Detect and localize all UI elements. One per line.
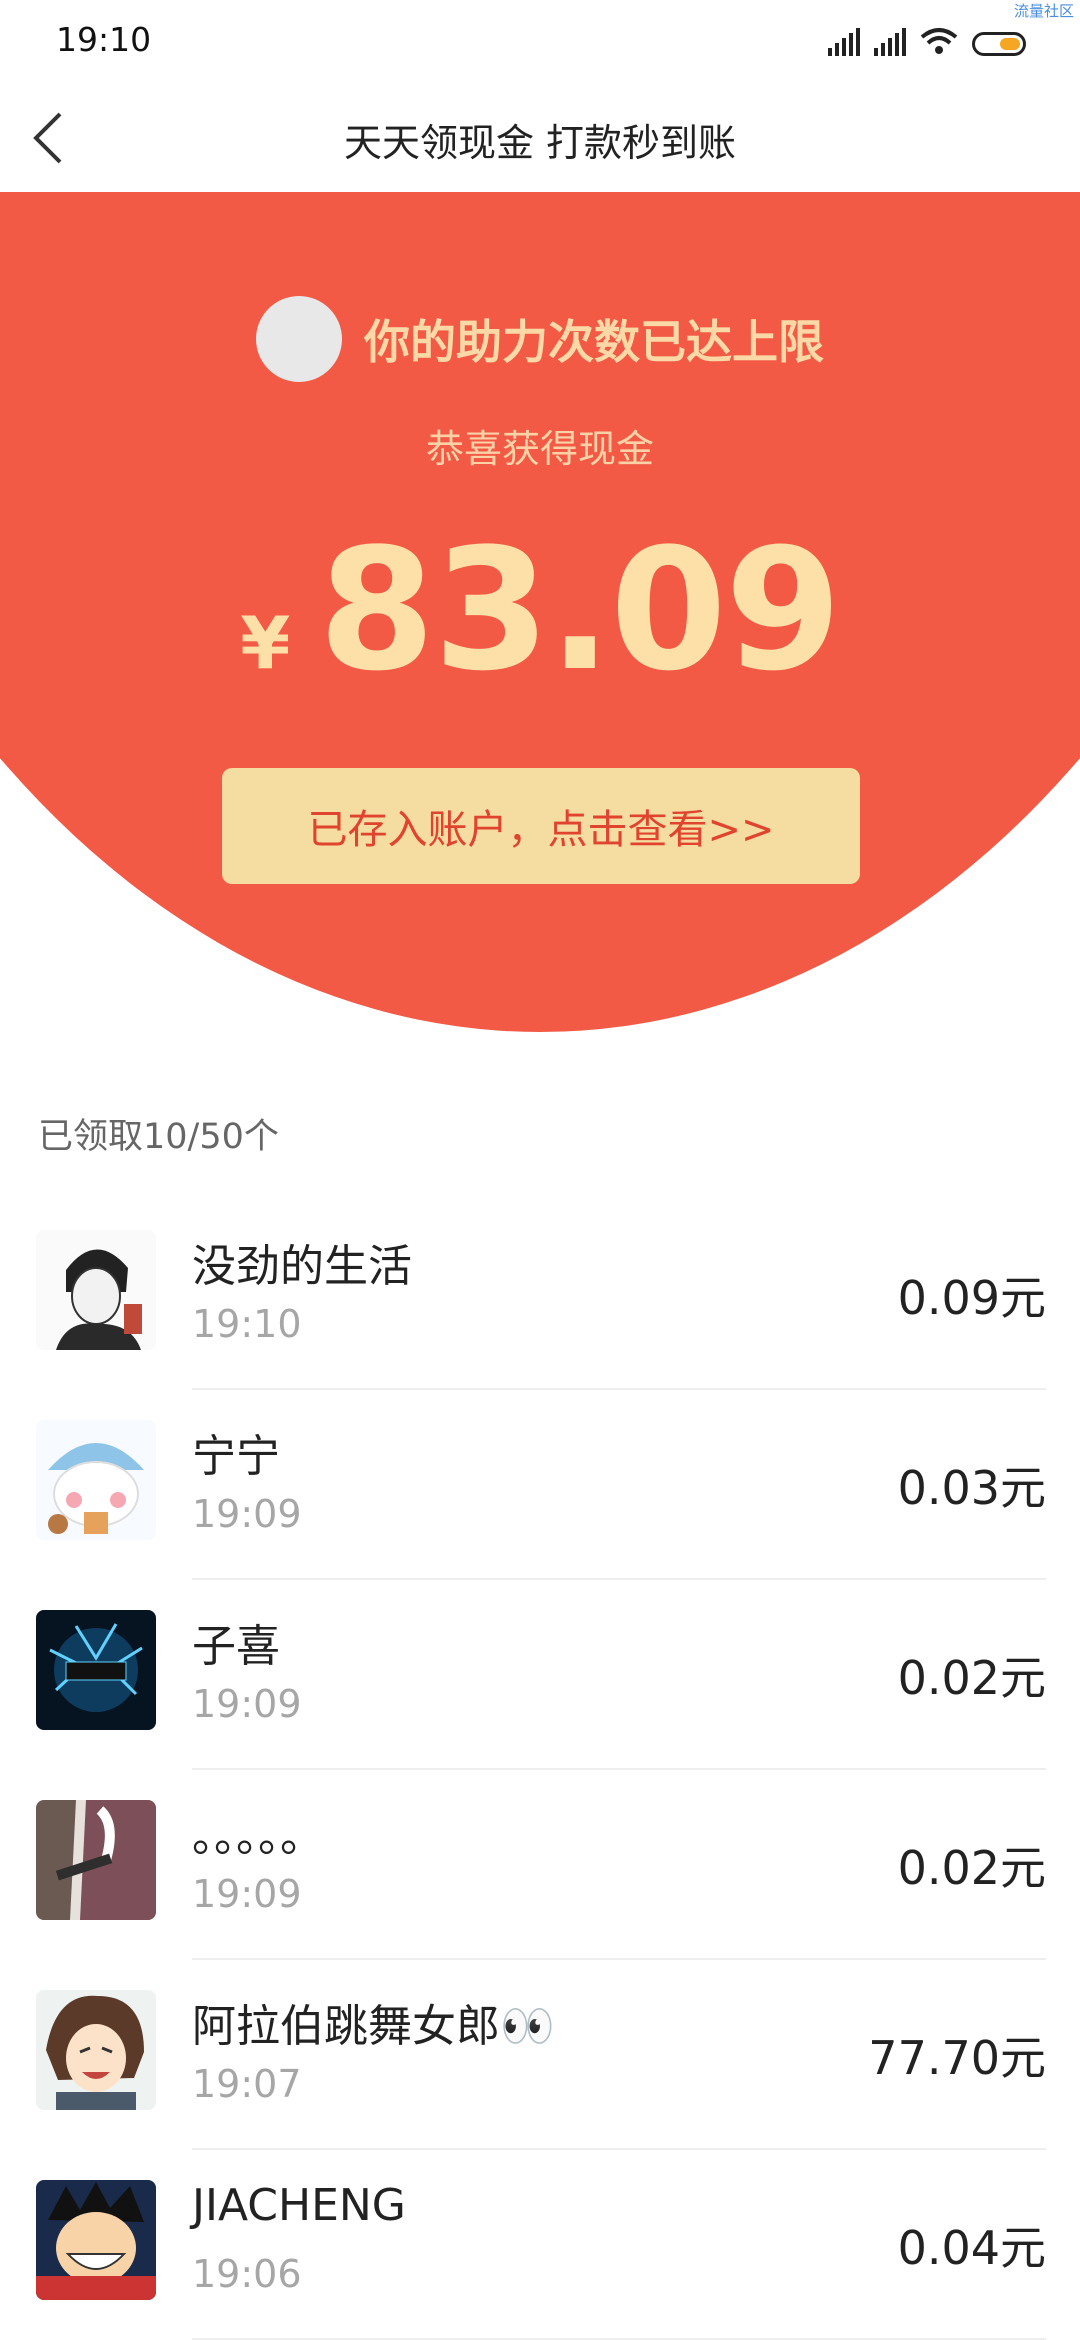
claim-time: 19:09 xyxy=(192,1872,302,1916)
status-time: 19:10 xyxy=(56,20,152,59)
watermark: 流量社区 xyxy=(1013,2,1074,20)
friend-name: 宁宁 xyxy=(192,1431,280,1482)
claim-amount: 0.03元 xyxy=(897,1461,1046,1515)
amount-value: 83.09 xyxy=(318,512,841,708)
page-title: 天天领现金 打款秒到账 xyxy=(343,121,737,165)
claim-amount: 77.70元 xyxy=(868,2031,1046,2085)
avatar xyxy=(36,1420,156,1540)
claimed-count: 已领取10/50个 xyxy=(38,1117,279,1157)
friend-name: 阿拉伯跳舞女郎👀 xyxy=(192,2001,555,2052)
claim-list: 没劲的生活 19:10 0.09元 宁宁 19:09 0.03元 子喜 19:0… xyxy=(0,1200,1080,2340)
claim-time: 19:06 xyxy=(192,2252,302,2296)
list-item[interactable]: 。。。。。 19:09 0.02元 xyxy=(0,1770,1080,1960)
status-bar: 19:10 流量社区 xyxy=(0,0,1080,84)
claim-amount: 0.04元 xyxy=(897,2221,1046,2275)
view-account-button[interactable]: 已存入账户，点击查看>> xyxy=(222,768,860,884)
wifi-icon xyxy=(920,28,958,54)
friend-name: 没劲的生活 xyxy=(192,1241,412,1292)
hero-header: 你的助力次数已达上限 xyxy=(0,296,1080,382)
list-item[interactable]: 没劲的生活 19:10 0.09元 xyxy=(0,1200,1080,1390)
list-item[interactable]: JIACHENG 19:06 0.04元 xyxy=(0,2150,1080,2340)
avatar xyxy=(36,1230,156,1350)
avatar xyxy=(36,1990,156,2110)
reward-hero: 你的助力次数已达上限 恭喜获得现金 ¥ 83.09 已存入账户，点击查看>> xyxy=(0,192,1080,1032)
claim-time: 19:09 xyxy=(192,1682,302,1726)
claim-amount: 0.02元 xyxy=(897,1841,1046,1895)
signal-icon xyxy=(874,28,906,56)
user-avatar xyxy=(256,296,342,382)
claim-time: 19:07 xyxy=(192,2062,302,2106)
reward-amount: ¥ 83.09 xyxy=(0,512,1080,708)
hero-title: 你的助力次数已达上限 xyxy=(364,315,824,369)
claim-amount: 0.09元 xyxy=(897,1271,1046,1325)
signal-icon xyxy=(828,28,860,56)
claim-time: 19:09 xyxy=(192,1492,302,1536)
friend-name: 子喜 xyxy=(192,1621,280,1672)
list-item[interactable]: 阿拉伯跳舞女郎👀 19:07 77.70元 xyxy=(0,1960,1080,2150)
avatar xyxy=(36,2180,156,2300)
avatar xyxy=(36,1800,156,1920)
hero-subtitle: 恭喜获得现金 xyxy=(425,427,654,471)
list-item[interactable]: 宁宁 19:09 0.03元 xyxy=(0,1390,1080,1580)
claim-amount: 0.02元 xyxy=(897,1651,1046,1705)
claim-time: 19:10 xyxy=(192,1302,302,1346)
friend-name: 。。。。。 xyxy=(192,1811,324,1862)
status-icons xyxy=(828,26,1026,56)
list-item[interactable]: 子喜 19:09 0.02元 xyxy=(0,1580,1080,1770)
friend-name: JIACHENG xyxy=(192,2180,406,2231)
battery-icon xyxy=(972,32,1026,56)
currency-symbol: ¥ xyxy=(240,601,291,685)
nav-bar: 天天领现金 打款秒到账 xyxy=(0,84,1080,192)
avatar xyxy=(36,1610,156,1730)
